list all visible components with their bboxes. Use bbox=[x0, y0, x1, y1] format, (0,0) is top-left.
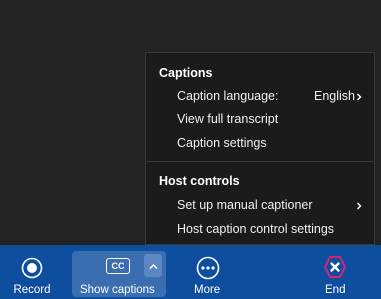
view-transcript-label: View full transcript bbox=[177, 112, 279, 126]
more-label: More bbox=[194, 284, 221, 296]
record-button[interactable]: Record bbox=[6, 245, 58, 299]
caption-settings-label: Caption settings bbox=[177, 136, 267, 150]
captions-section-title: Captions bbox=[159, 66, 213, 80]
view-transcript-item[interactable]: View full transcript bbox=[146, 109, 374, 131]
chevron-up-icon bbox=[148, 257, 158, 275]
caption-settings-item[interactable]: Caption settings bbox=[146, 133, 374, 155]
cc-badge-text: CC bbox=[111, 260, 125, 271]
menu-divider bbox=[146, 161, 374, 162]
caption-language-item[interactable]: Caption language: English bbox=[146, 85, 374, 107]
host-caption-settings-item[interactable]: Host caption control settings bbox=[146, 218, 374, 240]
host-caption-settings-label: Host caption control settings bbox=[177, 222, 335, 236]
manual-captioner-label: Set up manual captioner bbox=[177, 198, 313, 212]
meeting-toolbar: Record CC Show captions More End bbox=[0, 245, 381, 299]
chevron-right-icon bbox=[354, 92, 364, 102]
record-icon bbox=[21, 257, 43, 284]
chevron-right-icon bbox=[354, 201, 364, 211]
more-button[interactable]: More bbox=[184, 245, 232, 299]
manual-captioner-item[interactable]: Set up manual captioner bbox=[146, 194, 374, 216]
record-label: Record bbox=[13, 284, 51, 296]
host-controls-section-title: Host controls bbox=[159, 174, 240, 188]
end-icon bbox=[323, 255, 347, 284]
end-label: End bbox=[325, 284, 346, 296]
end-button[interactable]: End bbox=[314, 245, 356, 299]
caption-language-label: Caption language: bbox=[177, 89, 279, 103]
caption-language-value: English bbox=[314, 89, 355, 103]
captions-options-button[interactable] bbox=[144, 254, 162, 277]
show-captions-label: Show captions bbox=[80, 284, 155, 296]
closed-captions-icon: CC bbox=[106, 258, 130, 274]
more-icon bbox=[196, 256, 220, 285]
captions-menu: Captions Caption language: English View … bbox=[145, 52, 375, 245]
